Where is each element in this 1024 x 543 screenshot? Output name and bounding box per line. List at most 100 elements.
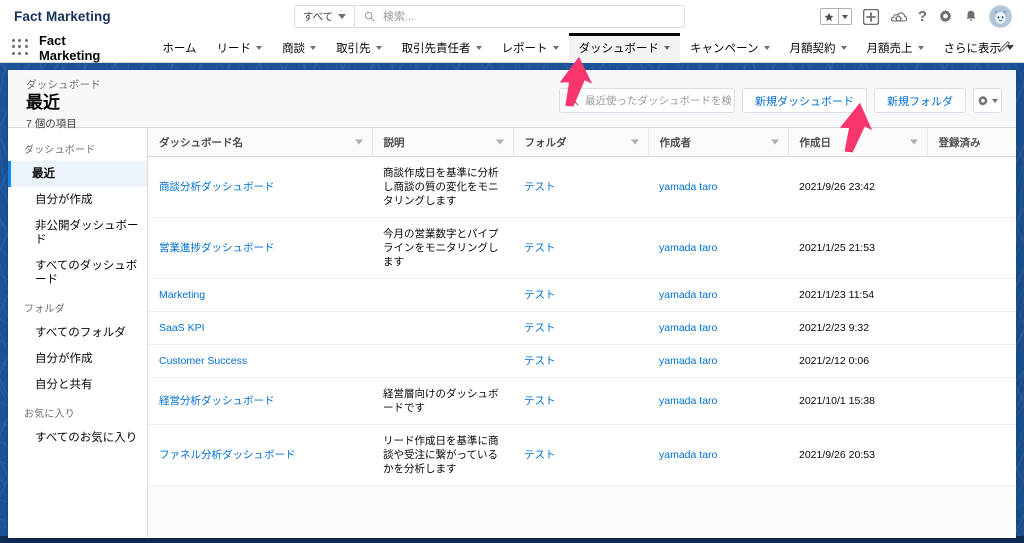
nav-item-7[interactable]: キャンペーン <box>680 33 779 63</box>
cell-folder-text[interactable]: テスト <box>524 242 556 254</box>
chevron-down-icon[interactable] <box>630 139 639 145</box>
sidebar-item-1-1[interactable]: 自分が作成 <box>8 346 147 372</box>
cell-owner-text[interactable]: yamada taro <box>659 289 717 301</box>
cell-name-text[interactable]: Customer Success <box>159 355 247 367</box>
cell-folder[interactable]: テスト <box>513 311 648 345</box>
chevron-down-icon[interactable] <box>354 139 363 145</box>
global-search[interactable]: すべて <box>294 5 685 28</box>
cell-name-text[interactable]: ファネル分析ダッシュボード <box>159 449 296 461</box>
cell-name[interactable]: Customer Success <box>148 344 372 378</box>
cell-name-text[interactable]: 経営分析ダッシュボード <box>159 395 275 407</box>
sidebar-item-2-0[interactable]: すべてのお気に入り <box>8 425 147 451</box>
cell-name-text[interactable]: 営業進捗ダッシュボード <box>159 242 275 254</box>
app-launcher-waffle-icon[interactable] <box>12 39 29 56</box>
chevron-down-icon[interactable] <box>495 139 504 145</box>
cell-folder[interactable]: テスト <box>513 217 648 279</box>
dashboard-search[interactable] <box>559 88 735 113</box>
cell-owner[interactable]: yamada taro <box>648 278 788 312</box>
cell-name-text[interactable]: Marketing <box>159 289 205 301</box>
favorites-group[interactable] <box>819 8 852 25</box>
cell-folder-text[interactable]: テスト <box>524 181 556 193</box>
nav-item-5[interactable]: レポート <box>492 33 569 63</box>
sidebar-item-1-0[interactable]: すべてのフォルダ <box>8 320 147 346</box>
cell-folder-text[interactable]: テスト <box>524 449 556 461</box>
bell-icon[interactable] <box>964 9 978 24</box>
global-search-box[interactable] <box>354 5 685 28</box>
sidebar-item-0-2[interactable]: 非公開ダッシュボード <box>8 213 147 253</box>
cell-owner-text[interactable]: yamada taro <box>659 242 717 254</box>
column-header-2[interactable]: フォルダ <box>513 128 649 157</box>
chevron-down-icon[interactable] <box>770 139 779 145</box>
nav-item-8[interactable]: 月額契約 <box>780 33 857 63</box>
table-row[interactable]: Marketing テスト yamada taro 2021/1/23 11:54 <box>148 278 1016 312</box>
list-settings-button[interactable] <box>973 88 1002 113</box>
cell-owner[interactable]: yamada taro <box>648 377 788 425</box>
column-header-0[interactable]: ダッシュボード名 <box>148 128 373 157</box>
cell-name[interactable]: 営業進捗ダッシュボード <box>148 217 372 279</box>
sidebar-item-0-3[interactable]: すべてのダッシュボード <box>8 253 147 293</box>
sidebar-item-1-2[interactable]: 自分と共有 <box>8 372 147 398</box>
cell-folder-text[interactable]: テスト <box>524 289 556 301</box>
nav-item-9[interactable]: 月額売上 <box>857 33 934 63</box>
cell-folder[interactable]: テスト <box>513 424 648 486</box>
column-header-5[interactable]: 登録済み <box>927 128 1016 157</box>
cell-owner[interactable]: yamada taro <box>648 424 788 486</box>
column-header-1[interactable]: 説明 <box>372 128 514 157</box>
cell-owner-text[interactable]: yamada taro <box>659 449 717 461</box>
new-dashboard-button[interactable]: 新規ダッシュボード <box>742 88 867 113</box>
plus-icon[interactable] <box>862 8 879 25</box>
nav-item-3[interactable]: 取引先 <box>326 33 392 63</box>
page-scrollbar[interactable] <box>1017 63 1024 543</box>
table-row[interactable]: ファネル分析ダッシュボード リード作成日を基準に商談や受注に繋がっているかを分析し… <box>148 424 1016 486</box>
cell-name[interactable]: 経営分析ダッシュボード <box>148 377 372 425</box>
column-header-4[interactable]: 作成日 <box>788 128 928 157</box>
chevron-down-icon[interactable] <box>909 139 918 145</box>
cell-owner-text[interactable]: yamada taro <box>659 322 717 334</box>
nav-item-2[interactable]: 商談 <box>272 33 326 63</box>
table-row[interactable]: 経営分析ダッシュボード 経営層向けのダッシュボードです テスト yamada taro… <box>148 377 1016 425</box>
cell-folder-text[interactable]: テスト <box>524 355 556 367</box>
cell-folder[interactable]: テスト <box>513 278 648 312</box>
table-row[interactable]: Customer Success テスト yamada taro 2021/2/12 … <box>148 344 1016 378</box>
cell-owner[interactable]: yamada taro <box>648 311 788 345</box>
cell-folder-text[interactable]: テスト <box>524 322 556 334</box>
cell-name[interactable]: Marketing <box>148 278 372 312</box>
cell-folder[interactable]: テスト <box>513 156 648 218</box>
global-search-input[interactable] <box>383 10 663 23</box>
cell-name-text[interactable]: SaaS KPI <box>159 322 205 334</box>
search-scope-selector[interactable]: すべて <box>294 5 354 28</box>
nav-item-6[interactable]: ダッシュボード <box>568 32 681 63</box>
cell-name[interactable]: SaaS KPI <box>148 311 372 345</box>
cell-owner[interactable]: yamada taro <box>648 344 788 378</box>
table-row[interactable]: 商談分析ダッシュボード 商談作成日を基準に分析し商談の質の変化をモニタリングします… <box>148 156 1016 218</box>
cell-owner-text[interactable]: yamada taro <box>659 355 717 367</box>
cell-folder[interactable]: テスト <box>513 377 648 425</box>
question-mark-icon[interactable]: ? <box>918 9 927 24</box>
table-row[interactable]: SaaS KPI テスト yamada taro 2021/2/23 9:32 <box>148 311 1016 345</box>
gear-icon[interactable] <box>938 9 953 24</box>
cell-owner-text[interactable]: yamada taro <box>659 395 717 407</box>
nav-item-0[interactable]: ホーム <box>152 33 206 63</box>
cell-name[interactable]: ファネル分析ダッシュボード <box>148 424 372 486</box>
pencil-icon[interactable] <box>999 39 1012 57</box>
nav-item-1[interactable]: リード <box>207 33 273 63</box>
sidebar-item-0-0[interactable]: 最近 <box>8 161 147 187</box>
cell-name[interactable]: 商談分析ダッシュボード <box>148 156 372 218</box>
cloud-home-icon[interactable] <box>890 10 907 24</box>
column-header-3[interactable]: 作成者 <box>648 128 789 157</box>
cell-owner-text[interactable]: yamada taro <box>659 181 717 193</box>
cell-folder[interactable]: テスト <box>513 344 648 378</box>
chevron-down-icon[interactable] <box>838 8 852 25</box>
cell-folder-text[interactable]: テスト <box>524 395 556 407</box>
table-row[interactable]: 営業進捗ダッシュボード 今月の営業数字とパイプラインをモニタリングします テスト ya… <box>148 217 1016 279</box>
current-app-name[interactable]: Fact Marketing <box>39 33 130 63</box>
star-icon[interactable] <box>819 8 839 25</box>
sidebar-item-0-1[interactable]: 自分が作成 <box>8 187 147 213</box>
cell-name-text[interactable]: 商談分析ダッシュボード <box>159 181 275 193</box>
cell-owner[interactable]: yamada taro <box>648 217 788 279</box>
new-folder-button[interactable]: 新規フォルダ <box>874 88 966 113</box>
avatar[interactable] <box>989 5 1012 28</box>
dashboard-search-input[interactable] <box>585 94 731 107</box>
nav-item-4[interactable]: 取引先責任者 <box>392 33 492 63</box>
cell-owner[interactable]: yamada taro <box>648 156 788 218</box>
